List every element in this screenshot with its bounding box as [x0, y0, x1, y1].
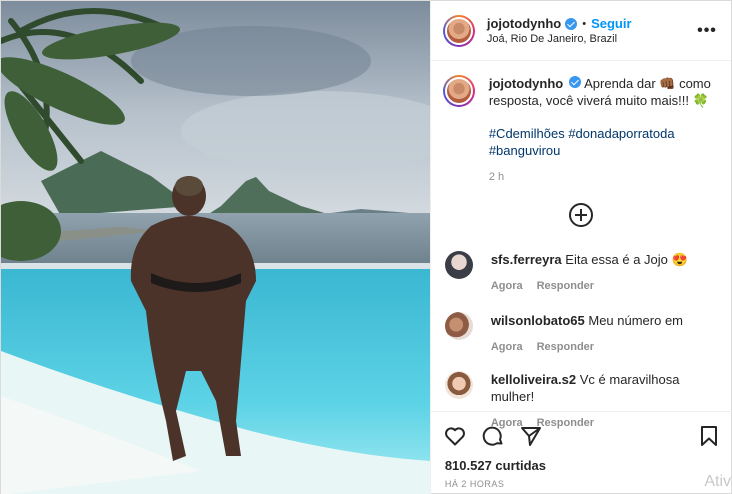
commenter-avatar[interactable]: [444, 312, 473, 340]
verified-icon: [565, 17, 578, 30]
separator-dot: •: [582, 17, 587, 30]
comment-username[interactable]: kelloliveira.s2: [491, 372, 576, 387]
comment-username[interactable]: sfs.ferreyra: [491, 252, 562, 267]
photo-scene: [1, 1, 430, 494]
author-info: jojotodynho • Seguir Joá, Rio De Janeiro…: [487, 16, 695, 45]
commenter-avatar[interactable]: [444, 371, 473, 399]
follow-button[interactable]: Seguir: [591, 16, 631, 31]
caption-time: 2 h: [488, 171, 505, 183]
caption-hashtags[interactable]: #Cdemilhões #donadaporratoda #banguvirou: [489, 125, 719, 159]
comment-time: Agora: [490, 341, 523, 353]
instagram-post: jojotodynho • Seguir Joá, Rio De Janeiro…: [0, 0, 732, 494]
heart-icon[interactable]: [443, 424, 467, 448]
author-avatar[interactable]: [442, 14, 475, 47]
verified-icon: [569, 76, 582, 88]
share-icon[interactable]: [519, 424, 543, 448]
bookmark-icon[interactable]: [697, 424, 721, 448]
author-username[interactable]: jojotodynho: [487, 16, 561, 31]
comment-text: Meu número em: [588, 313, 684, 328]
post-side-panel: jojotodynho • Seguir Joá, Rio De Janeiro…: [429, 1, 732, 494]
post-header: jojotodynho • Seguir Joá, Rio De Janeiro…: [430, 1, 731, 61]
comment-text: Eita essa é a Jojo 😍: [565, 252, 688, 267]
post-actions: 810.527 curtidas HÁ 2 HORAS: [430, 411, 732, 494]
reply-button[interactable]: Responder: [537, 341, 594, 353]
comment-username[interactable]: wilsonlobato65: [491, 313, 585, 328]
likes-count[interactable]: 810.527 curtidas: [431, 448, 732, 473]
location-link[interactable]: Joá, Rio De Janeiro, Brazil: [487, 33, 695, 45]
posted-time: HÁ 2 HORAS: [444, 479, 505, 489]
caption-username[interactable]: jojotodynho: [489, 76, 563, 91]
commenter-avatar[interactable]: [444, 251, 473, 279]
load-more-icon[interactable]: [568, 203, 593, 227]
post-caption: jojotodynho Aprenda dar 👊🏾 como resposta…: [431, 61, 731, 186]
reply-button[interactable]: Responder: [537, 280, 594, 292]
comment-item: wilsonlobato65 Meu número em Agora Respon…: [444, 312, 725, 356]
more-options-icon[interactable]: •••: [695, 22, 719, 40]
post-photo[interactable]: [1, 1, 430, 494]
windows-activation-watermark: Ativ: [704, 473, 731, 490]
comment-time: Agora: [490, 280, 523, 292]
comment-icon[interactable]: [481, 424, 505, 448]
caption-avatar[interactable]: [442, 75, 475, 107]
comment-item: sfs.ferreyra Eita essa é a Jojo 😍 Agora R…: [444, 251, 725, 295]
